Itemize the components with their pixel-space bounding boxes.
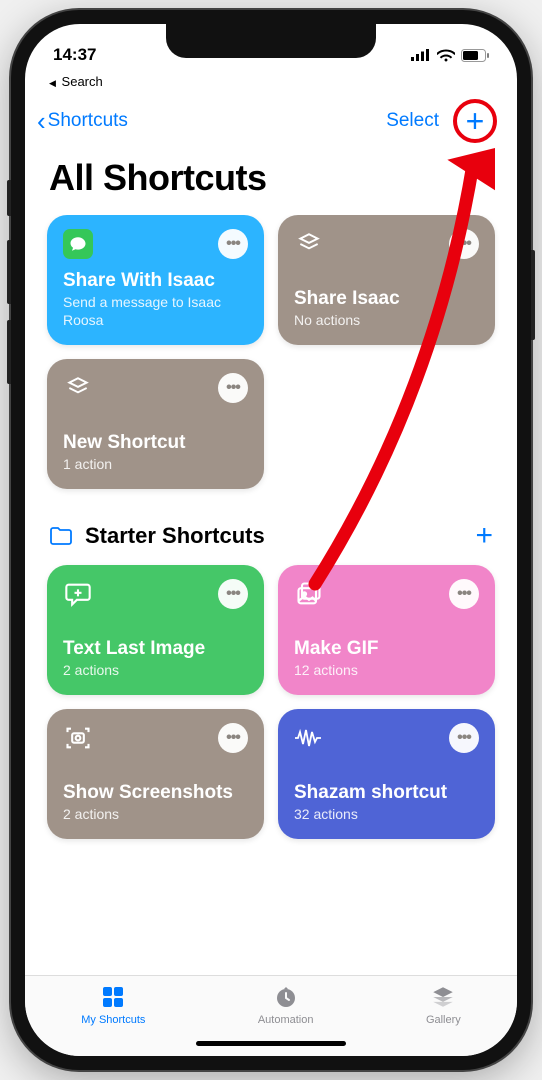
card-more-button[interactable]: ••• bbox=[218, 723, 248, 753]
card-title: Share With Isaac bbox=[63, 270, 248, 292]
battery-icon bbox=[461, 49, 489, 62]
card-subtitle: 32 actions bbox=[294, 806, 479, 824]
plus-icon: + bbox=[466, 105, 485, 137]
card-title: Share Isaac bbox=[294, 288, 479, 310]
back-button[interactable]: ‹ Shortcuts bbox=[37, 108, 128, 134]
home-indicator[interactable] bbox=[196, 1041, 346, 1046]
card-title: Show Screenshots bbox=[63, 782, 248, 804]
card-more-button[interactable]: ••• bbox=[449, 229, 479, 259]
tab-bar: My Shortcuts Automation Gallery bbox=[25, 975, 517, 1056]
tab-my-shortcuts[interactable]: My Shortcuts bbox=[81, 984, 145, 1026]
clock-icon bbox=[273, 984, 299, 1010]
card-subtitle: 1 action bbox=[63, 456, 248, 474]
cellular-icon bbox=[411, 49, 431, 61]
notch bbox=[166, 24, 376, 58]
page-title: All Shortcuts bbox=[25, 151, 517, 215]
status-right bbox=[411, 49, 489, 62]
photos-icon bbox=[294, 579, 324, 609]
card-more-button[interactable]: ••• bbox=[449, 723, 479, 753]
wifi-icon bbox=[437, 49, 455, 62]
nav-bar: ‹ Shortcuts Select + bbox=[25, 89, 517, 151]
volume-down bbox=[7, 320, 11, 384]
status-time: 14:37 bbox=[53, 45, 96, 65]
chevron-left-icon: ‹ bbox=[37, 108, 46, 134]
shortcut-card[interactable]: ••• Share With Isaac Send a message to I… bbox=[47, 215, 264, 345]
card-subtitle: 2 actions bbox=[63, 662, 248, 680]
mute-switch bbox=[7, 180, 11, 216]
shortcut-card[interactable]: ••• Make GIF 12 actions bbox=[278, 565, 495, 695]
tab-gallery[interactable]: Gallery bbox=[426, 984, 461, 1026]
card-subtitle: 12 actions bbox=[294, 662, 479, 680]
waveform-icon bbox=[294, 723, 324, 753]
power-button bbox=[531, 250, 535, 340]
shortcut-card[interactable]: ••• New Shortcut 1 action bbox=[47, 359, 264, 489]
screen: 14:37 Search ‹ Shortcuts Select + Al bbox=[25, 24, 517, 1056]
folder-icon bbox=[49, 526, 75, 546]
card-more-button[interactable]: ••• bbox=[218, 229, 248, 259]
card-title: Text Last Image bbox=[63, 638, 248, 660]
card-title: New Shortcut bbox=[63, 432, 248, 454]
card-title: Make GIF bbox=[294, 638, 479, 660]
volume-up bbox=[7, 240, 11, 304]
card-subtitle: Send a message to Isaac Roosa bbox=[63, 294, 248, 329]
tab-label: My Shortcuts bbox=[81, 1014, 145, 1026]
grid-icon bbox=[100, 984, 126, 1010]
messages-app-icon bbox=[63, 229, 93, 259]
card-more-button[interactable]: ••• bbox=[449, 579, 479, 609]
card-more-button[interactable]: ••• bbox=[218, 579, 248, 609]
shortcut-card[interactable]: ••• Text Last Image 2 actions bbox=[47, 565, 264, 695]
section-title: Starter Shortcuts bbox=[85, 523, 265, 549]
card-title: Shazam shortcut bbox=[294, 782, 479, 804]
stack-icon bbox=[63, 373, 93, 403]
card-subtitle: No actions bbox=[294, 312, 479, 330]
section-header: Starter Shortcuts + bbox=[47, 515, 495, 565]
add-shortcut-button[interactable]: + bbox=[453, 99, 497, 143]
shortcut-card[interactable]: ••• Show Screenshots 2 actions bbox=[47, 709, 264, 839]
section-add-button[interactable]: + bbox=[475, 519, 493, 553]
select-button[interactable]: Select bbox=[386, 110, 439, 132]
return-app-label: Search bbox=[62, 74, 103, 89]
text-bubble-icon bbox=[63, 579, 93, 609]
return-to-app[interactable]: Search bbox=[25, 72, 517, 89]
starter-shortcuts-grid: ••• Text Last Image 2 actions ••• bbox=[47, 565, 495, 839]
shortcut-card[interactable]: ••• Shazam shortcut 32 actions bbox=[278, 709, 495, 839]
stack-icon bbox=[294, 229, 324, 259]
tab-label: Gallery bbox=[426, 1014, 461, 1026]
back-label: Shortcuts bbox=[48, 110, 128, 132]
top-shortcuts-grid: ••• Share With Isaac Send a message to I… bbox=[47, 215, 495, 489]
shortcut-card[interactable]: ••• Share Isaac No actions bbox=[278, 215, 495, 345]
content: ••• Share With Isaac Send a message to I… bbox=[25, 215, 517, 975]
device-frame: 14:37 Search ‹ Shortcuts Select + Al bbox=[11, 10, 531, 1070]
card-more-button[interactable]: ••• bbox=[218, 373, 248, 403]
screenshot-icon bbox=[63, 723, 93, 753]
tab-label: Automation bbox=[258, 1014, 314, 1026]
card-subtitle: 2 actions bbox=[63, 806, 248, 824]
gallery-icon bbox=[430, 984, 456, 1010]
tab-automation[interactable]: Automation bbox=[258, 984, 314, 1026]
